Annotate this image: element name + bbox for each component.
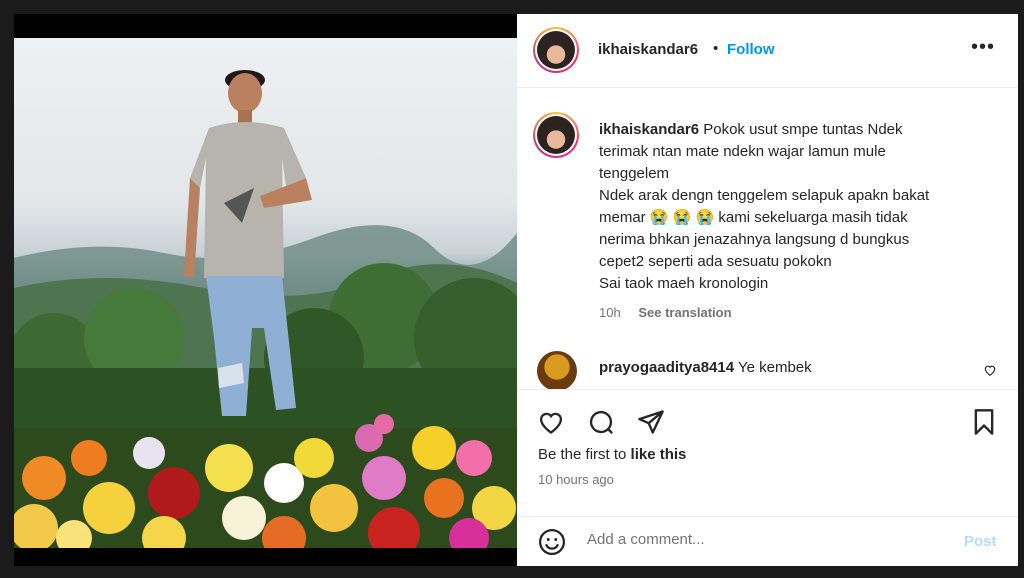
caption-age: 10h	[599, 305, 621, 320]
emoji-icon[interactable]	[537, 527, 567, 562]
post-timestamp: 10 hours ago	[538, 472, 614, 487]
comments-section[interactable]: ikhaiskandar6 Pokok usut smpe tuntas Nde…	[517, 89, 1018, 389]
comment-like-heart-icon[interactable]	[983, 363, 997, 382]
like-this-link[interactable]: like this	[631, 446, 687, 463]
caption-line: tenggelem	[599, 165, 670, 182]
action-bar	[517, 389, 1018, 449]
post-header: ikhaiskandar6 • Follow •••	[517, 14, 1018, 88]
caption-meta: 10h See translation	[599, 305, 746, 320]
follow-button[interactable]: Follow	[727, 41, 775, 58]
caption-line: terimak ntan mate ndekn wajar lamun mule	[599, 143, 886, 160]
bookmark-icon[interactable]	[970, 408, 998, 441]
comment-input[interactable]	[587, 531, 947, 548]
author-username[interactable]: ikhaiskandar6	[598, 41, 698, 58]
see-translation-link[interactable]: See translation	[638, 305, 731, 320]
caption-line: Ndek arak dengn tenggelem selapuk apakn …	[599, 187, 930, 204]
author-avatar[interactable]	[533, 27, 579, 73]
post-comment-button[interactable]: Post	[964, 533, 997, 550]
share-icon[interactable]	[637, 408, 665, 441]
caption-line: nerima bhkan jenazahnya langsung d bungk…	[599, 231, 910, 248]
caption-line: memar 😭 😭 😭 kami sekeluarga masih tidak	[599, 209, 908, 226]
comment-icon[interactable]	[587, 408, 615, 441]
caption-username[interactable]: ikhaiskandar6	[599, 121, 699, 138]
caption-avatar[interactable]	[533, 112, 579, 158]
separator-dot: •	[713, 40, 719, 57]
more-dots-icon[interactable]: •••	[971, 36, 995, 59]
heart-icon[interactable]	[537, 408, 565, 441]
post-photo[interactable]	[14, 38, 517, 548]
add-comment-bar: Post	[517, 516, 1018, 566]
comment-text: Ye kembek	[737, 359, 812, 376]
likes-prefix: Be the first to	[538, 446, 631, 463]
commenter-avatar[interactable]	[537, 351, 577, 389]
caption-line: Sai taok maeh kronologin	[599, 275, 769, 292]
photo-illustration	[14, 70, 517, 548]
caption-line: cepet2 seperti ada sesuatu pokokn	[599, 253, 832, 270]
commenter-username[interactable]: prayogaaditya8414	[599, 359, 734, 376]
comment-item: prayogaaditya8414 Ye kembek	[599, 359, 812, 376]
likes-summary: Be the first to like this	[538, 446, 686, 463]
caption-line: Pokok usut smpe tuntas Ndek	[703, 121, 903, 138]
caption-text: ikhaiskandar6 Pokok usut smpe tuntas Nde…	[599, 119, 999, 295]
post-panel: ikhaiskandar6 • Follow ••• ikhaiskandar6…	[517, 14, 1018, 566]
